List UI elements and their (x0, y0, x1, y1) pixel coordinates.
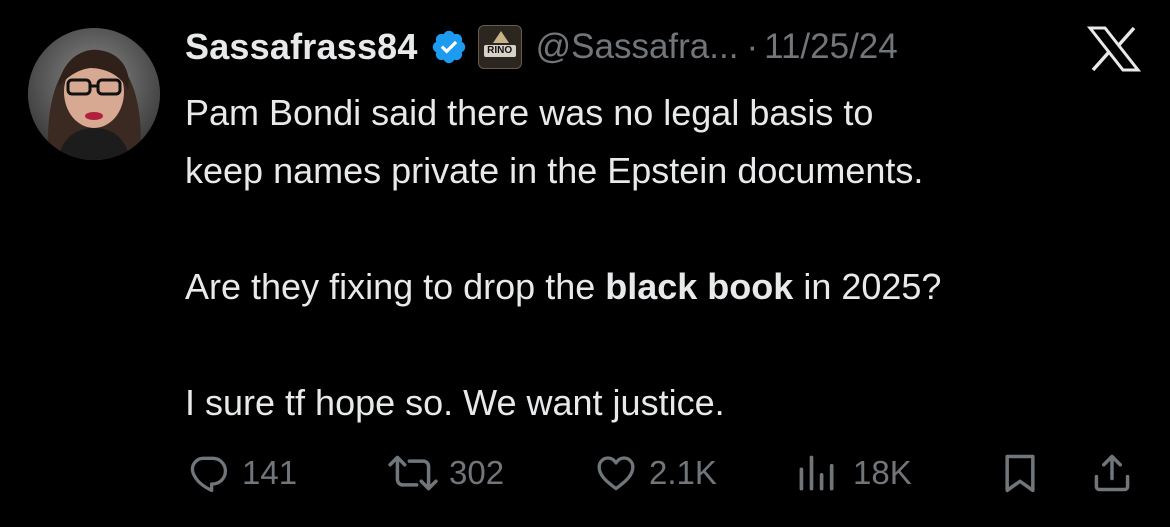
text-segment: Are they fixing to drop the (185, 266, 606, 307)
avatar[interactable] (28, 28, 160, 160)
like-icon (593, 451, 639, 495)
repost-icon (385, 451, 441, 495)
badge-emblem-icon (492, 31, 509, 43)
text-line: Pam Bondi said there was no legal basis … (185, 92, 874, 133)
like-count: 2.1K (649, 454, 717, 491)
display-name[interactable]: Sassafrass84 (185, 26, 418, 68)
text-line: Are they fixing to drop the black book i… (185, 258, 1145, 316)
reply-button[interactable]: 141 (186, 448, 297, 498)
tweet-text: Pam Bondi said there was no legal basis … (185, 84, 1145, 432)
repost-button[interactable]: 302 (385, 448, 504, 498)
repost-count: 302 (449, 454, 505, 491)
views-count: 18K (853, 454, 912, 491)
views-icon (795, 451, 839, 495)
share-button[interactable] (1090, 448, 1134, 498)
badge-label: RINO (483, 45, 516, 57)
bookmark-button[interactable] (998, 448, 1042, 498)
tweet-header: Sassafrass84 RINO @Sassafra... · 11/25/2… (185, 22, 898, 72)
reply-count: 141 (242, 454, 298, 491)
views-button[interactable]: 18K (795, 448, 912, 498)
action-bar: 141 302 2.1K 18K (0, 448, 1170, 498)
post-date[interactable]: 11/25/24 (764, 27, 898, 67)
affiliate-badge[interactable]: RINO (477, 25, 522, 69)
share-icon (1090, 451, 1134, 495)
text-segment: in 2025? (793, 266, 942, 307)
reply-icon (186, 451, 230, 495)
verified-badge-icon (430, 28, 468, 66)
handle[interactable]: @Sassafra... (536, 27, 739, 67)
separator: · (746, 27, 759, 66)
text-line: keep names private in the Epstein docume… (185, 150, 924, 191)
bold-text: black book (605, 266, 794, 307)
x-logo-icon (1086, 26, 1142, 72)
bookmark-icon (998, 451, 1042, 495)
text-line: I sure tf hope so. We want justice. (185, 382, 725, 423)
tweet[interactable]: Sassafrass84 RINO @Sassafra... · 11/25/2… (0, 0, 1170, 527)
like-button[interactable]: 2.1K (593, 448, 717, 498)
